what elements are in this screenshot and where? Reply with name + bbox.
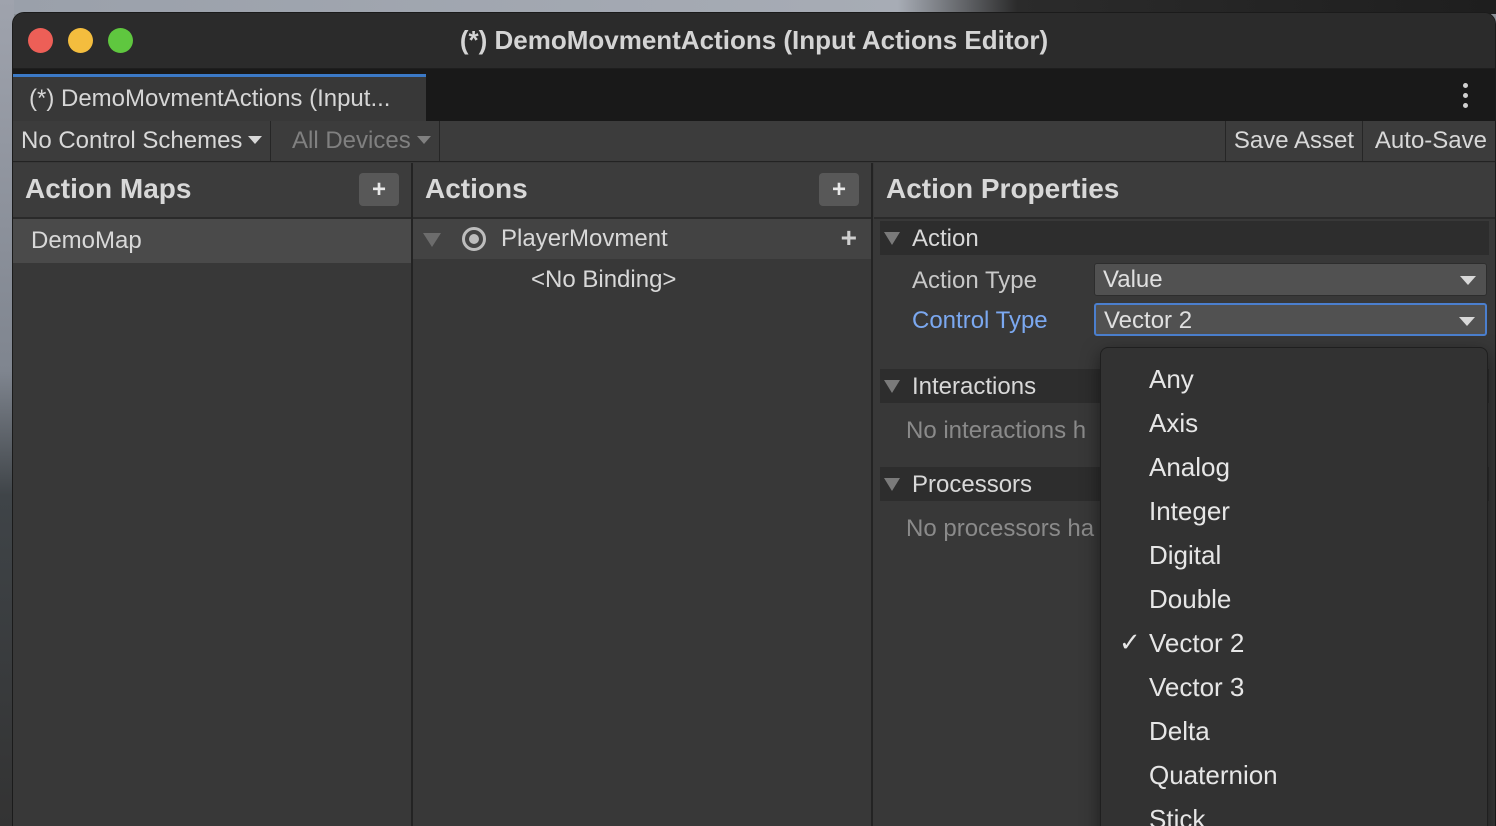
menu-item-vector-2[interactable]: ✓ Vector 2 <box>1101 622 1487 666</box>
menu-item-label: Vector 2 <box>1149 628 1245 658</box>
menu-item-label: Any <box>1149 364 1194 394</box>
toolbar: No Control Schemes All Devices Save Asse… <box>13 121 1495 162</box>
menu-item-label: Vector 3 <box>1149 672 1245 702</box>
title-bar: (*) DemoMovmentActions (Input Actions Ed… <box>13 13 1495 69</box>
menu-item-label: Analog <box>1149 452 1230 482</box>
window-title: (*) DemoMovmentActions (Input Actions Ed… <box>459 25 1049 55</box>
interactions-section-label: Interactions <box>912 373 1037 400</box>
add-action-map-button[interactable]: + <box>359 173 399 206</box>
menu-item-digital[interactable]: Digital <box>1101 534 1487 578</box>
collapse-arrow-icon <box>884 478 900 491</box>
menu-item-label: Double <box>1149 584 1232 614</box>
action-type-label: Action Type <box>912 267 1037 294</box>
binding-item[interactable]: <No Binding> <box>413 259 871 299</box>
chevron-down-icon <box>1459 317 1475 326</box>
action-maps-panel: Action Maps + DemoMap <box>13 163 413 826</box>
menu-item-label: Integer <box>1149 496 1230 526</box>
action-map-item[interactable]: DemoMap <box>13 219 411 263</box>
action-type-row: Action Type Value <box>874 259 1495 299</box>
chevron-down-icon <box>1460 276 1476 285</box>
action-type-dropdown[interactable]: Value <box>1094 263 1487 296</box>
add-binding-icon[interactable]: + <box>841 222 857 254</box>
add-action-button[interactable]: + <box>819 173 859 206</box>
menu-item-analog[interactable]: Analog <box>1101 446 1487 490</box>
action-section-label: Action <box>912 225 979 252</box>
devices-label: All Devices <box>292 127 411 154</box>
menu-item-label: Stick <box>1149 804 1206 826</box>
menu-item-vector-3[interactable]: Vector 3 <box>1101 666 1487 710</box>
control-type-value: Vector 2 <box>1104 307 1193 334</box>
action-maps-title: Action Maps <box>25 173 192 204</box>
action-item[interactable]: PlayerMovment + <box>413 219 871 259</box>
control-type-row: Control Type Vector 2 <box>874 299 1495 339</box>
menu-item-double[interactable]: Double <box>1101 578 1487 622</box>
menu-item-axis[interactable]: Axis <box>1101 402 1487 446</box>
devices-dropdown[interactable]: All Devices <box>284 121 440 161</box>
expand-arrow-icon[interactable] <box>423 233 441 247</box>
menu-item-stick[interactable]: Stick <box>1101 798 1487 826</box>
action-maps-header: Action Maps + <box>13 163 411 219</box>
action-type-value: Value <box>1103 266 1163 293</box>
menu-item-integer[interactable]: Integer <box>1101 490 1487 534</box>
menu-item-label: Quaternion <box>1149 760 1278 790</box>
tab-bar: (*) DemoMovmentActions (Input... <box>13 69 1495 121</box>
menu-item-delta[interactable]: Delta <box>1101 710 1487 754</box>
checkmark-icon: ✓ <box>1119 627 1141 657</box>
menu-item-label: Delta <box>1149 716 1210 746</box>
actions-header: Actions + <box>413 163 871 219</box>
actions-panel: Actions + PlayerMovment + <No Binding> <box>413 163 873 826</box>
menu-item-quaternion[interactable]: Quaternion <box>1101 754 1487 798</box>
menu-item-label: Digital <box>1149 540 1222 570</box>
action-properties-header: Action Properties <box>874 163 1495 219</box>
control-schemes-dropdown[interactable]: No Control Schemes <box>13 121 272 161</box>
auto-save-toggle[interactable]: Auto-Save <box>1367 121 1495 161</box>
control-type-label: Control Type <box>912 307 1048 334</box>
control-type-dropdown[interactable]: Vector 2 <box>1094 303 1487 336</box>
control-type-menu: Any Axis Analog Integer Digital Double ✓… <box>1100 347 1488 826</box>
actions-title: Actions <box>425 173 528 204</box>
action-name: PlayerMovment <box>501 225 668 252</box>
menu-item-any[interactable]: Any <box>1101 358 1487 402</box>
value-action-icon <box>462 227 486 251</box>
chevron-down-icon <box>248 136 263 144</box>
processors-section-label: Processors <box>912 471 1033 498</box>
collapse-arrow-icon <box>884 380 900 393</box>
save-asset-button[interactable]: Save Asset <box>1224 121 1363 161</box>
action-properties-title: Action Properties <box>886 173 1120 204</box>
menu-item-label: Axis <box>1149 408 1199 438</box>
control-schemes-label: No Control Schemes <box>21 127 243 154</box>
tab-demo-movment-actions[interactable]: (*) DemoMovmentActions (Input... <box>13 74 426 121</box>
more-options-icon[interactable] <box>1463 83 1469 108</box>
action-section-header[interactable]: Action <box>880 221 1489 255</box>
chevron-down-icon <box>416 136 431 144</box>
collapse-arrow-icon <box>884 232 900 245</box>
